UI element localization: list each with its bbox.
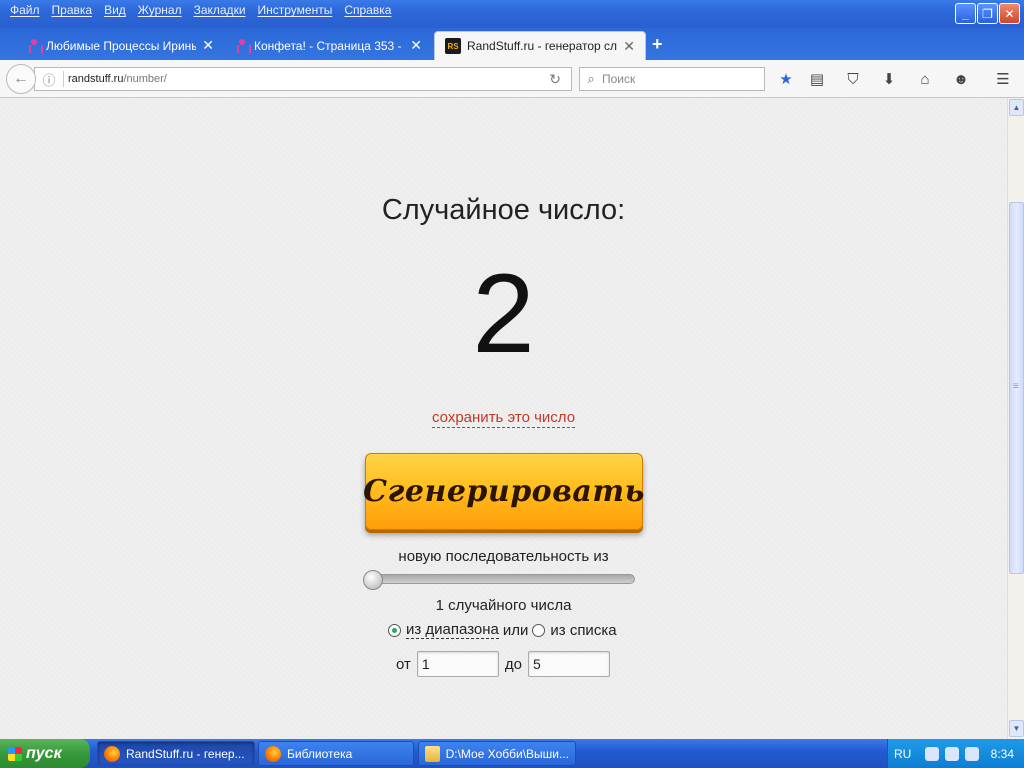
hamburger-menu-icon[interactable]: ☰ <box>993 69 1013 89</box>
taskbar-item-folder[interactable]: D:\Мое Хобби\Выши... <box>418 741 576 766</box>
clock: 8:34 <box>990 746 1014 761</box>
range-row: от 1 до 5 <box>396 651 616 677</box>
menu-help[interactable]: Справка <box>338 3 397 17</box>
back-button[interactable]: ← <box>6 64 36 94</box>
title-bar: Файл Правка Вид Журнал Закладки Инструме… <box>0 0 1024 28</box>
windows-flag-icon <box>8 746 22 761</box>
minimize-button[interactable]: _ <box>955 3 976 24</box>
start-button[interactable]: пуск <box>0 739 90 768</box>
close-icon: ✕ <box>1004 6 1015 21</box>
generate-button[interactable]: Сгенерировать <box>363 453 644 530</box>
start-label: пуск <box>26 744 62 762</box>
back-arrow-icon: ← <box>13 70 29 87</box>
url-path: /number/ <box>123 73 167 85</box>
tray-safely-remove-icon[interactable] <box>965 746 980 761</box>
menu-bar: Файл Правка Вид Журнал Закладки Инструме… <box>4 3 397 17</box>
randstuff-icon: RS <box>445 38 461 54</box>
menu-history[interactable]: Журнал <box>132 3 188 17</box>
tab-title: Любимые Процессы Ирины i... <box>46 38 197 53</box>
tab-strip: Любимые Процессы Ирины i... ✕ Конфета! -… <box>0 28 1024 60</box>
mode-list-radio[interactable] <box>532 623 546 637</box>
language-indicator[interactable]: RU <box>894 747 911 761</box>
taskbar: пуск RandStuff.ru - генер... Библиотека … <box>0 739 1024 768</box>
url-separator <box>63 71 64 87</box>
random-number: 2 <box>472 251 535 376</box>
menu-edit[interactable]: Правка <box>46 3 99 17</box>
task-title: Библиотека <box>287 746 353 761</box>
tray-network-icon[interactable] <box>945 746 960 761</box>
info-icon[interactable]: ⓘ <box>35 70 63 89</box>
page-content: Случайное число: 2 сохранить это число С… <box>0 98 1007 739</box>
search-placeholder: Поиск <box>602 72 636 86</box>
restore-button[interactable]: ❐ <box>977 3 998 24</box>
tab-close-icon[interactable]: ✕ <box>623 38 635 55</box>
save-number-link[interactable]: сохранить это число <box>432 409 576 428</box>
url-host: randstuff.ru <box>68 73 124 85</box>
to-label: до <box>504 655 522 673</box>
tab-title: RandStuff.ru - генератор сл... <box>467 39 618 53</box>
scroll-up-icon[interactable]: ▲ <box>1009 99 1024 116</box>
minimize-icon: _ <box>962 6 969 21</box>
task-title: D:\Мое Хобби\Выши... <box>445 746 569 761</box>
mode-range-radio[interactable] <box>388 623 401 637</box>
scrollbar-thumb[interactable] <box>1009 202 1024 574</box>
taskbar-item-library[interactable]: Библиотека <box>258 741 414 766</box>
pocket-icon[interactable]: ⛉ <box>843 69 863 89</box>
navigation-toolbar: ⓘ randstuff.ru /number/ ↻ ← ⌕ Поиск ★ ▤ … <box>0 60 1024 98</box>
from-label: от <box>396 655 411 673</box>
close-window-button[interactable]: ✕ <box>999 3 1020 24</box>
download-icon[interactable]: ⬇ <box>879 69 899 89</box>
home-icon[interactable]: ⌂ <box>915 69 935 89</box>
person-icon <box>236 38 248 53</box>
menu-view[interactable]: Вид <box>98 3 132 17</box>
system-tray: RU 8:34 <box>887 739 1024 768</box>
menu-bookmarks[interactable]: Закладки <box>188 3 252 17</box>
tray-arrow-icon[interactable] <box>925 746 940 761</box>
plus-icon: + <box>652 34 663 54</box>
restore-icon: ❐ <box>982 6 993 21</box>
from-input[interactable]: 1 <box>416 651 499 677</box>
scroll-down-icon[interactable]: ▼ <box>1009 720 1024 737</box>
mode-list-label[interactable]: из списка <box>550 622 616 639</box>
tab-close-icon[interactable]: ✕ <box>202 37 214 54</box>
count-slider-thumb[interactable] <box>363 570 383 590</box>
firefox-icon <box>265 745 281 762</box>
firefox-icon <box>104 745 120 762</box>
count-label: 1 случайного числа <box>435 597 572 614</box>
new-tab-button[interactable]: + <box>652 34 663 55</box>
url-bar[interactable]: ⓘ randstuff.ru /number/ ↻ <box>34 67 572 91</box>
task-title: RandStuff.ru - генер... <box>126 746 245 761</box>
mode-row: из диапазона или из списка <box>388 621 617 639</box>
sequence-label: новую последовательность из <box>398 548 609 565</box>
bookmarks-list-icon[interactable]: ▤ <box>807 69 827 89</box>
taskbar-item-randstuff[interactable]: RandStuff.ru - генер... <box>97 741 255 766</box>
to-input[interactable]: 5 <box>528 651 610 677</box>
vertical-scrollbar[interactable]: ▲ ▼ <box>1007 98 1024 739</box>
mode-range-label[interactable]: из диапазона <box>406 621 499 639</box>
menu-tools[interactable]: Инструменты <box>252 3 339 17</box>
mode-or-label: или <box>502 621 529 639</box>
reload-icon[interactable]: ↻ <box>549 71 561 88</box>
folder-icon <box>425 745 440 762</box>
menu-file[interactable]: Файл <box>4 3 46 17</box>
tab-1[interactable]: Любимые Процессы Ирины i... ✕ <box>18 31 224 60</box>
tab-title: Конфета! - Страница 353 - ... <box>254 38 405 53</box>
tab-2[interactable]: Конфета! - Страница 353 - ... ✕ <box>226 31 432 60</box>
page-heading: Случайное число: <box>381 194 626 226</box>
bookmark-star-icon[interactable]: ★ <box>776 69 796 89</box>
count-slider-track[interactable] <box>365 574 635 584</box>
tab-3-active[interactable]: RS RandStuff.ru - генератор сл... ✕ <box>434 31 646 60</box>
person-icon <box>28 38 40 53</box>
search-input[interactable]: ⌕ Поиск <box>579 67 765 91</box>
tab-close-icon[interactable]: ✕ <box>410 37 422 54</box>
search-icon: ⌕ <box>587 71 595 86</box>
smiley-icon[interactable]: ☻ <box>951 69 971 89</box>
